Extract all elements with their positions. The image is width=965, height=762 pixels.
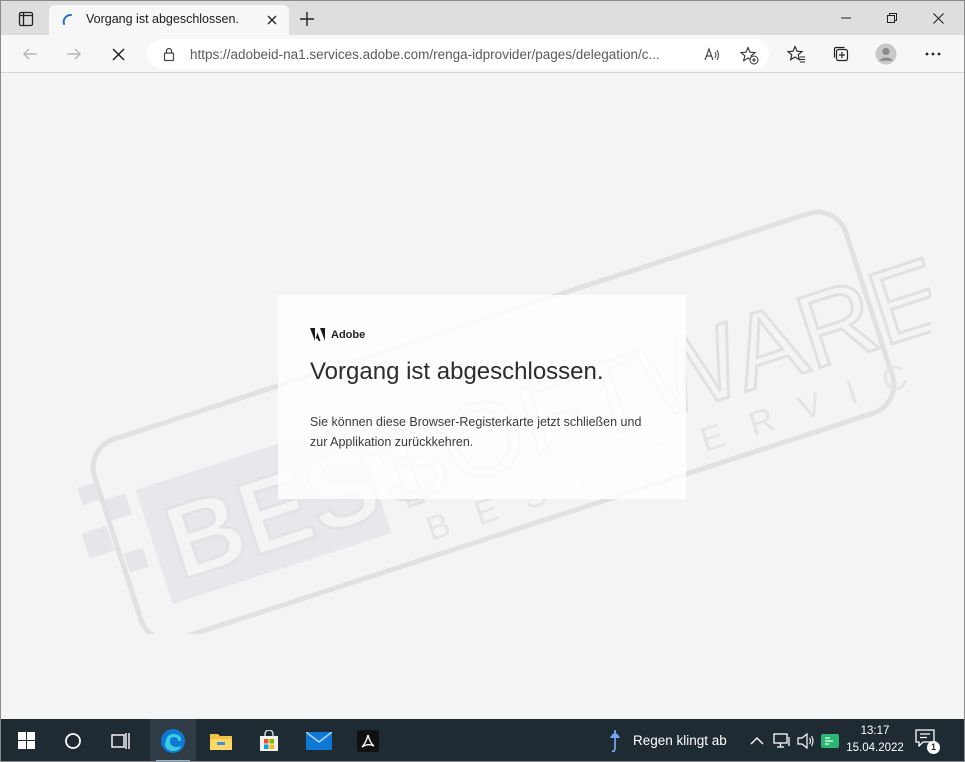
brand-name: Adobe bbox=[331, 328, 366, 341]
tab-active[interactable]: Vorgang ist abgeschlossen. bbox=[49, 5, 289, 35]
store-bag-icon bbox=[260, 729, 278, 751]
minimize-icon bbox=[841, 17, 851, 19]
more-horizontal-icon bbox=[925, 52, 941, 56]
weather-text: Regen klingt ab bbox=[633, 733, 727, 748]
speaker-icon bbox=[797, 733, 814, 749]
taskbar: Regen klingt ab 13:17 15.04.2022 1 bbox=[1, 719, 964, 761]
arrow-left-icon bbox=[23, 48, 37, 60]
close-icon bbox=[932, 12, 944, 24]
add-favorite-button[interactable] bbox=[738, 44, 760, 66]
mail-icon bbox=[306, 731, 332, 750]
close-icon bbox=[111, 47, 125, 61]
edge-icon bbox=[161, 728, 185, 753]
page-content: BEST SOFTWARE BEST SERVICE Adobe Vorgang… bbox=[1, 74, 964, 719]
profile-button[interactable] bbox=[871, 40, 901, 68]
weather-widget[interactable]: Regen klingt ab bbox=[607, 719, 727, 761]
task-view-icon bbox=[111, 732, 130, 749]
tray-app-button[interactable] bbox=[820, 731, 840, 751]
tray-app-icon bbox=[821, 734, 839, 748]
favorites-list-icon bbox=[786, 44, 805, 62]
clock-date: 15.04.2022 bbox=[846, 742, 904, 754]
loading-spinner-icon bbox=[62, 14, 72, 25]
notification-count-badge: 1 bbox=[927, 741, 940, 754]
tab-actions-button[interactable] bbox=[9, 6, 43, 32]
completion-message: Sie können diese Browser-Registerkarte j… bbox=[310, 415, 642, 449]
arrow-right-icon bbox=[67, 48, 81, 60]
page-heading: Vorgang ist abgeschlossen. bbox=[310, 358, 604, 385]
folder-icon bbox=[210, 733, 232, 750]
acrobat-icon bbox=[357, 729, 379, 752]
search-circle-icon bbox=[65, 732, 81, 749]
chevron-up-icon bbox=[750, 737, 764, 745]
clock-time: 13:17 bbox=[860, 725, 890, 737]
address-url[interactable]: https://adobeid-na1.services.adobe.com/r… bbox=[190, 47, 690, 62]
address-bar[interactable]: https://adobeid-na1.services.adobe.com/r… bbox=[147, 39, 769, 69]
system-clock[interactable]: 13:17 15.04.2022 bbox=[843, 723, 907, 757]
read-aloud-button[interactable] bbox=[701, 44, 723, 66]
settings-more-button[interactable] bbox=[918, 40, 948, 68]
taskbar-mail[interactable] bbox=[296, 719, 342, 761]
star-add-icon bbox=[739, 45, 758, 64]
read-aloud-icon bbox=[704, 47, 720, 61]
taskbar-store[interactable] bbox=[246, 719, 292, 761]
rain-umbrella-icon bbox=[610, 729, 620, 752]
tab-bar: Vorgang ist abgeschlossen. bbox=[1, 1, 964, 35]
new-tab-button[interactable] bbox=[294, 6, 320, 32]
windows-logo-icon bbox=[17, 732, 35, 749]
volume-button[interactable] bbox=[796, 731, 816, 751]
taskbar-file-explorer[interactable] bbox=[198, 719, 244, 761]
close-icon bbox=[267, 15, 277, 25]
taskbar-edge[interactable] bbox=[150, 719, 196, 761]
collections-button[interactable] bbox=[826, 40, 856, 68]
restore-icon bbox=[887, 13, 897, 23]
lock-icon[interactable] bbox=[161, 46, 177, 62]
restore-button[interactable] bbox=[869, 4, 915, 32]
tab-actions-icon bbox=[18, 11, 34, 27]
tab-title: Vorgang ist abgeschlossen. bbox=[86, 12, 239, 26]
tab-close-button[interactable] bbox=[263, 11, 281, 29]
completion-card: Adobe Vorgang ist abgeschlossen. Sie kön… bbox=[278, 295, 686, 499]
search-button[interactable] bbox=[50, 719, 96, 761]
forward-button[interactable] bbox=[59, 40, 89, 68]
show-hidden-icons-button[interactable] bbox=[747, 731, 767, 751]
network-button[interactable] bbox=[772, 731, 792, 751]
adobe-logo: Adobe bbox=[310, 328, 365, 341]
collections-icon bbox=[833, 46, 849, 62]
taskbar-acrobat[interactable] bbox=[345, 719, 391, 761]
network-icon bbox=[773, 733, 790, 748]
back-button[interactable] bbox=[15, 40, 45, 68]
minimize-button[interactable] bbox=[823, 4, 869, 32]
plus-icon bbox=[300, 12, 314, 26]
favorites-button[interactable] bbox=[781, 40, 811, 68]
start-button[interactable] bbox=[3, 719, 49, 761]
action-center-button[interactable]: 1 bbox=[915, 729, 941, 754]
browser-window: Vorgang ist abgeschlossen. https://adobe… bbox=[0, 0, 965, 762]
browser-toolbar: https://adobeid-na1.services.adobe.com/r… bbox=[1, 35, 964, 73]
avatar-icon bbox=[875, 43, 897, 65]
close-window-button[interactable] bbox=[915, 4, 961, 32]
task-view-button[interactable] bbox=[98, 719, 144, 761]
adobe-logo-icon bbox=[310, 328, 325, 341]
stop-loading-button[interactable] bbox=[103, 40, 133, 68]
